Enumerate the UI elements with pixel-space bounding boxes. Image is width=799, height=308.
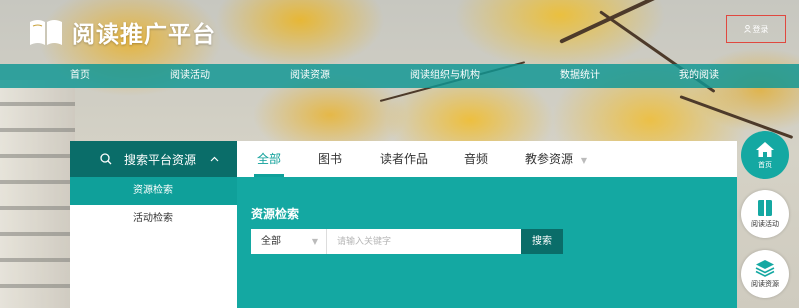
open-book-icon	[30, 20, 62, 45]
nav-item-reading-resources[interactable]: 阅读资源	[290, 64, 330, 88]
tab-teaching-resources-label: 教参资源	[525, 152, 574, 166]
float-resources-label: 阅读资源	[751, 280, 779, 288]
chevron-up-icon	[210, 156, 219, 162]
float-home-label: 首页	[758, 160, 772, 169]
float-activities-label: 阅读活动	[751, 220, 779, 228]
main-nav: 首页 阅读活动 阅读资源 阅读组织与机构 数据统计 我的阅读	[0, 64, 799, 88]
tab-reader-works[interactable]: 读者作品	[380, 141, 428, 177]
nav-item-statistics[interactable]: 数据统计	[560, 64, 600, 88]
search-type-menu: 资源检索 活动检索	[70, 177, 237, 308]
nav-item-organizations[interactable]: 阅读组织与机构	[410, 64, 480, 88]
search-button[interactable]: 搜索	[521, 229, 563, 254]
search-panel: 搜索平台资源 资源检索 活动检索 全部 图书 读者作品 音频 教参资源 ▼ 资源…	[70, 141, 737, 308]
resource-tabs: 全部 图书 读者作品 音频 教参资源 ▼	[237, 141, 737, 177]
tab-all[interactable]: 全部	[253, 141, 285, 177]
search-row: 全部 ▼ 搜索	[251, 229, 563, 254]
home-icon	[756, 141, 774, 157]
nav-item-reading-activities[interactable]: 阅读活动	[170, 64, 210, 88]
user-icon	[743, 25, 751, 33]
keyword-input[interactable]	[327, 229, 521, 254]
tab-books[interactable]: 图书	[318, 141, 342, 177]
tab-audio[interactable]: 音频	[464, 141, 488, 177]
caret-down-icon: ▼	[580, 156, 587, 165]
float-resources-button[interactable]: 阅读资源	[741, 250, 789, 298]
search-body: 资源检索 全部 ▼ 搜索	[237, 177, 737, 308]
caret-down-icon: ▼	[311, 237, 318, 246]
category-select-value: 全部	[261, 236, 281, 247]
search-panel-title: 搜索平台资源	[124, 152, 197, 167]
nav-item-home[interactable]: 首页	[70, 64, 90, 88]
layers-icon	[755, 260, 775, 277]
site-logo[interactable]: 阅读推广平台	[28, 15, 216, 49]
search-icon	[100, 153, 112, 165]
float-home-button[interactable]: 首页	[741, 131, 789, 179]
menu-item-resource-search[interactable]: 资源检索	[70, 177, 237, 205]
search-body-title: 资源检索	[251, 207, 300, 221]
search-panel-header[interactable]: 搜索平台资源	[70, 141, 237, 177]
site-title: 阅读推广平台	[72, 22, 216, 48]
login-button[interactable]: 登录	[726, 15, 786, 43]
menu-item-activity-search[interactable]: 活动检索	[70, 205, 237, 233]
category-select[interactable]: 全部 ▼	[251, 229, 327, 254]
tab-teaching-resources[interactable]: 教参资源 ▼	[525, 141, 587, 177]
login-label: 登录	[752, 24, 769, 34]
background-building	[0, 80, 75, 308]
nav-item-my-reading[interactable]: 我的阅读	[679, 64, 719, 88]
float-activities-button[interactable]: 阅读活动	[741, 190, 789, 238]
book-icon	[758, 200, 772, 216]
